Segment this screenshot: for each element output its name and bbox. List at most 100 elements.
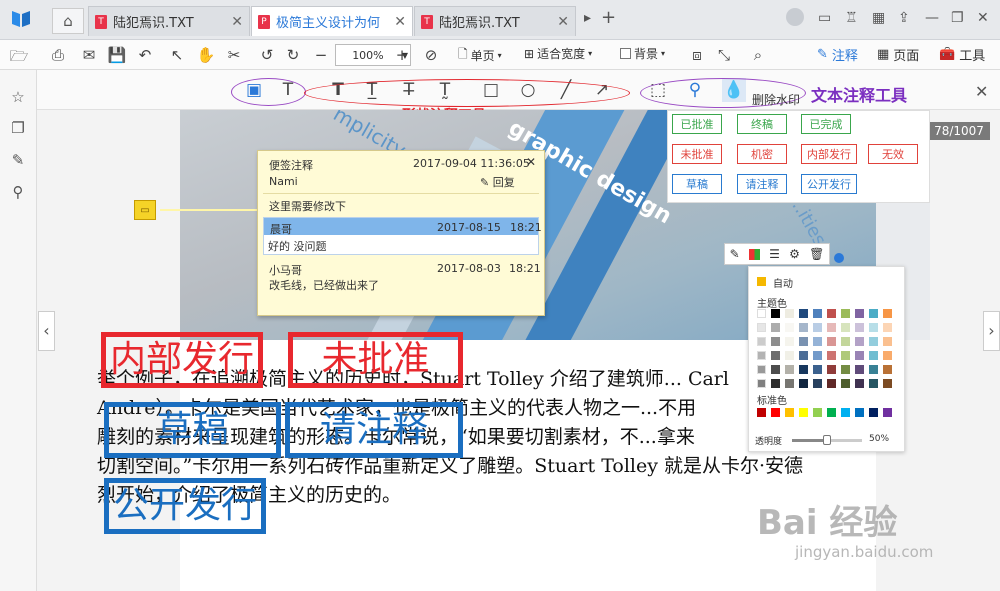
print-icon[interactable]: ⎙ (47, 46, 69, 64)
color-swatch[interactable] (813, 337, 822, 346)
stamp-please-comment[interactable]: 请注释 (285, 402, 463, 458)
feedback-icon[interactable]: ▭ (818, 10, 831, 26)
home-button[interactable]: ⌂ (52, 8, 84, 34)
color-swatch[interactable] (855, 309, 864, 318)
prev-page-button[interactable]: ‹ (38, 311, 55, 351)
color-swatch[interactable] (869, 351, 878, 360)
stamp-option[interactable]: 未批准 (672, 144, 722, 164)
tag-icon[interactable]: ⊘ (420, 46, 442, 64)
color-swatch[interactable] (771, 309, 780, 318)
window-close-icon[interactable]: ✕ (977, 10, 989, 26)
color-swatch[interactable] (869, 337, 878, 346)
color-swatch[interactable] (883, 365, 892, 374)
color-swatch[interactable] (785, 351, 794, 360)
color-swatch[interactable] (869, 365, 878, 374)
color-swatch[interactable] (841, 365, 850, 374)
color-swatch[interactable] (841, 309, 850, 318)
color-swatch[interactable] (883, 337, 892, 346)
color-swatch[interactable] (827, 351, 836, 360)
color-swatch[interactable] (771, 337, 780, 346)
color-swatch[interactable] (799, 323, 808, 332)
zoom-out-icon[interactable]: − (310, 46, 332, 64)
single-page-button[interactable]: 🗋 单页 ▾ (458, 45, 502, 66)
color-swatch[interactable] (799, 351, 808, 360)
next-page-button[interactable]: › (983, 311, 1000, 351)
rotate-right-icon[interactable]: ↻ (282, 46, 304, 64)
annotate-mode-button[interactable]: ✎ 注释 (817, 45, 858, 64)
stamp-option[interactable]: 已批准 (672, 114, 722, 134)
color-swatch[interactable] (813, 379, 822, 388)
color-swatch[interactable] (799, 337, 808, 346)
color-swatch[interactable] (883, 379, 892, 388)
remove-watermark-label[interactable]: 删除水印 (752, 91, 800, 108)
color-swatch[interactable] (813, 323, 822, 332)
color-swatch[interactable] (869, 379, 878, 388)
cut-icon[interactable]: ✂ (223, 46, 245, 64)
color-swatch[interactable] (827, 337, 836, 346)
color-swatch[interactable] (855, 365, 864, 374)
page-mode-button[interactable]: ▦ 页面 (877, 45, 919, 64)
color-swatch[interactable] (757, 351, 766, 360)
reply-button[interactable]: ✎ 回复 (480, 174, 515, 190)
color-swatch[interactable] (757, 365, 766, 374)
tab-3[interactable]: T 陆犯焉识.TXT ✕ (414, 6, 576, 36)
stamp-draft[interactable]: 草稿 (104, 402, 281, 458)
hand-tool-icon[interactable]: ✋ (195, 46, 217, 64)
standard-color-swatch[interactable] (869, 408, 878, 417)
tab-1[interactable]: T 陆犯焉识.TXT ✕ (88, 6, 250, 36)
stamp-option[interactable]: 公开发行 (801, 174, 857, 194)
color-swatch[interactable] (813, 309, 822, 318)
auto-color-label[interactable]: 自动 (773, 275, 793, 290)
color-swatch[interactable] (827, 323, 836, 332)
stamp-option[interactable]: 草稿 (672, 174, 722, 194)
color-swatch[interactable] (757, 379, 766, 388)
rotate-left-icon[interactable]: ↺ (256, 46, 278, 64)
close-note-icon[interactable]: ✕ (526, 155, 536, 169)
standard-color-swatch[interactable] (813, 408, 822, 417)
bookmark-icon[interactable]: ☆ (9, 88, 27, 106)
stamp-option[interactable]: 请注释 (737, 174, 787, 194)
standard-color-swatch[interactable] (771, 408, 780, 417)
color-swatch[interactable] (799, 309, 808, 318)
thumbnails-icon[interactable]: ❐ (9, 119, 27, 137)
color-swatch[interactable] (785, 337, 794, 346)
reply-item[interactable]: 小马哥 2017-08-03 18:21 改毛线，已经做出来了 (263, 259, 541, 299)
color-swatch[interactable] (785, 365, 794, 374)
exit-fullscreen-icon[interactable]: ⤡ (713, 46, 735, 64)
slideshow-icon[interactable]: ⧈ (686, 46, 708, 64)
search-panel-icon[interactable]: ⚲ (9, 183, 27, 201)
annotations-list-icon[interactable]: ✎ (9, 151, 27, 169)
stamp-option[interactable]: 内部发行 (801, 144, 857, 164)
more-tabs-icon[interactable]: ▸ (584, 10, 591, 26)
reply-item[interactable]: 晨哥 2017-08-15 18:21 好的 没问题 (263, 217, 542, 255)
fit-width-button[interactable]: ⊞ 适合宽度 ▾ (524, 45, 592, 62)
color-swatch[interactable] (841, 379, 850, 388)
color-swatch[interactable] (855, 379, 864, 388)
color-swatch[interactable] (757, 309, 766, 318)
standard-color-swatch[interactable] (855, 408, 864, 417)
color-swatch[interactable] (785, 323, 794, 332)
stamp-internal-release[interactable]: 内部发行 (101, 332, 264, 388)
delete-icon[interactable]: 🗑 (809, 247, 824, 261)
restore-icon[interactable]: ❐ (951, 10, 964, 26)
upload-icon[interactable]: ⇪ (898, 10, 910, 26)
settings-gear-icon[interactable]: ⚙ (789, 247, 800, 261)
edit-icon[interactable]: ✎ (730, 247, 740, 261)
opacity-slider-handle[interactable] (823, 435, 831, 445)
close-tab-icon[interactable]: ✕ (231, 14, 243, 30)
color-swatch[interactable] (785, 379, 794, 388)
color-swatch[interactable] (757, 337, 766, 346)
color-swatch[interactable] (799, 379, 808, 388)
color-swatch[interactable] (813, 351, 822, 360)
select-cursor-icon[interactable]: ↖ (166, 46, 188, 64)
close-tab-icon[interactable]: ✕ (394, 14, 406, 30)
skin-icon[interactable]: ♖ (845, 10, 858, 26)
stamp-option[interactable]: 已完成 (801, 114, 851, 134)
color-palette-icon[interactable] (748, 248, 760, 260)
color-swatch[interactable] (883, 309, 892, 318)
color-swatch[interactable] (869, 309, 878, 318)
color-swatch[interactable] (813, 365, 822, 374)
standard-color-swatch[interactable] (841, 408, 850, 417)
color-swatch[interactable] (883, 323, 892, 332)
stamp-option[interactable]: 机密 (737, 144, 787, 164)
